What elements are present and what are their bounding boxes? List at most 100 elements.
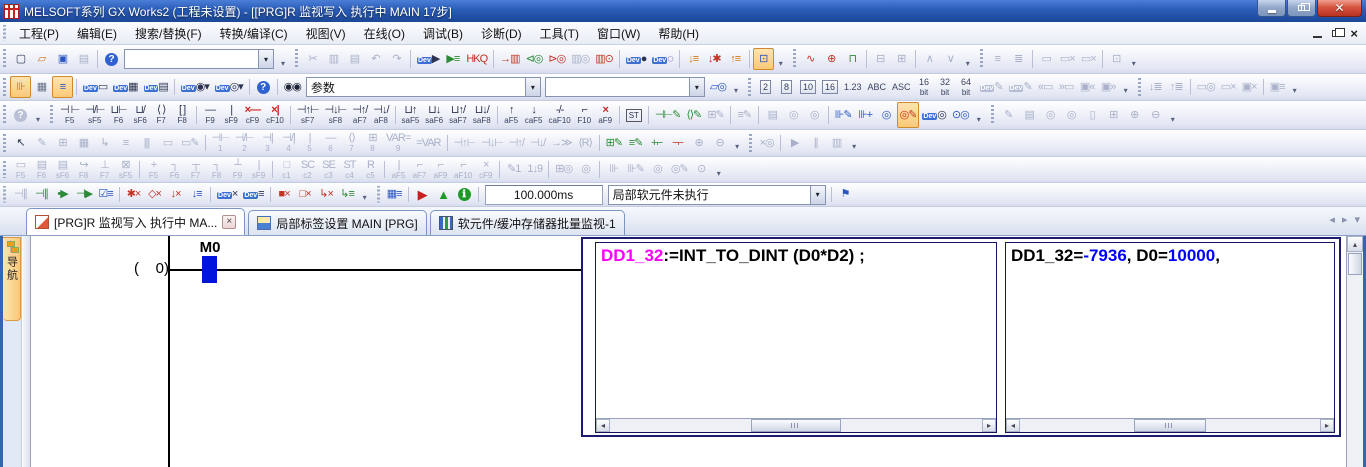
toolbar-overflow-button[interactable]: ▾ (848, 133, 859, 154)
sfc-r-button[interactable]: Rc5 (360, 157, 381, 183)
tab-list-button[interactable]: ▾ (1352, 213, 1362, 226)
step-exec1-icon[interactable]: ⊣∥ (10, 184, 31, 206)
sfc-se-button[interactable]: SEc3 (318, 157, 339, 183)
sfc-block-button[interactable]: ⊠sF5 (115, 157, 136, 183)
sym-fb-button[interactable]: ⊞8 (362, 130, 383, 156)
watch-x1-icon[interactable]: ■× (274, 184, 295, 206)
sfc-trans0-button[interactable]: +F5 (143, 157, 164, 183)
watch-update-icon[interactable]: ↓✱ (704, 48, 725, 70)
toolbar-overflow-button[interactable]: ▾ (1167, 104, 1178, 126)
st-monitor-hscrollbar[interactable]: ◂ ▸ (1006, 418, 1334, 432)
toolbar-overflow-button[interactable]: ▾ (731, 133, 742, 154)
vertical-line-button[interactable]: |sF9 (221, 102, 242, 128)
combo-dropdown-icon[interactable]: ▾ (525, 78, 540, 96)
toolbar-overflow-button[interactable]: ▾ (277, 48, 288, 70)
device-search-icon[interactable]: Dev◎▾ (212, 76, 246, 98)
trend1-icon[interactable]: ∧ (919, 48, 940, 70)
sfc-a10-button[interactable]: ⌐aF10 (451, 157, 475, 183)
tab-scroll-right-button[interactable]: ▸ (1340, 213, 1350, 226)
comment-edit-icon[interactable]: ▭✎ (178, 130, 202, 156)
find-target-combo[interactable]: 参数▾ (306, 77, 541, 97)
delete-vertical-button[interactable]: ×|cF10 (263, 102, 287, 128)
bit32-icon[interactable]: 32bit (935, 76, 956, 98)
inline-st-button[interactable]: ST (623, 102, 645, 128)
window-prev-icon[interactable]: ▭◎ (1194, 76, 1218, 98)
trend2-icon[interactable]: ∨ (940, 48, 961, 70)
navigation-window-icon[interactable]: ⊪ (10, 76, 31, 98)
sfc-step2-button[interactable]: ▤F6 (31, 157, 52, 183)
edit-block-icon[interactable]: ⊞✎ (704, 102, 726, 128)
sym-close-contact-button[interactable]: ⊣/⊢2 (232, 130, 257, 156)
device-save-icon[interactable]: ▣« (1077, 76, 1098, 98)
scroll-up-button[interactable]: ▴ (1347, 236, 1363, 252)
step-break-icon[interactable]: •▶ (52, 184, 73, 206)
device-next-icon[interactable]: »▭ (1056, 76, 1077, 98)
tab-close-button[interactable]: × (222, 215, 236, 229)
select-mode-icon[interactable]: ↖ (10, 130, 31, 156)
device-prev-icon[interactable]: «▭ (1035, 76, 1056, 98)
align1-icon[interactable]: ≡ (115, 130, 136, 156)
sym-varin-button[interactable]: VAR=9 (383, 130, 413, 156)
screen-capture-icon[interactable]: ▭ (157, 130, 178, 156)
device-test-x-icon[interactable]: Dev× (214, 184, 240, 206)
block-edit-icon[interactable]: ▦ (73, 130, 94, 156)
close-branch-button[interactable]: ⊔/sF6 (130, 102, 151, 128)
watch-x3-icon[interactable]: ↳× (316, 184, 337, 206)
fb-edit1-icon[interactable]: ⊞✎ (603, 130, 625, 156)
rising-pulse-button[interactable]: ⊣↑⊢sF7 (294, 102, 322, 128)
st-monitor-pane[interactable]: DD1_32=-7936, D0=10000, ◂ ▸ (1005, 242, 1335, 433)
sfc-sc-button[interactable]: SCc2 (297, 157, 318, 183)
edit2-find1-icon[interactable]: ◎ (1040, 102, 1061, 128)
restore-button[interactable] (1287, 0, 1316, 17)
document-icon[interactable]: ▤ (762, 102, 783, 128)
sym-fall-close-button[interactable]: ⊣↓/ (527, 130, 548, 156)
coil-button[interactable]: ⟨ ⟩F7 (151, 102, 172, 128)
menu-item-edit[interactable]: 编辑(E) (68, 22, 126, 44)
device-edit2-icon[interactable]: Dev✎ (1006, 76, 1035, 98)
combo-dropdown-icon[interactable]: ▾ (810, 186, 825, 204)
help3-icon[interactable]: ? (10, 102, 31, 128)
verify-with-plc-icon[interactable]: ▥◎ (568, 48, 592, 70)
toolbar-grip[interactable] (747, 78, 752, 96)
new-file-icon[interactable]: ▢ (10, 48, 31, 70)
sfc-trans5-button[interactable]: |sF9 (248, 157, 269, 183)
hscroll-left-button[interactable]: ◂ (1006, 419, 1020, 432)
outline-collapse-icon[interactable]: ↓≣ (1145, 76, 1166, 98)
child-restore-button[interactable] (1332, 30, 1340, 37)
falling-pulse-close-button[interactable]: ⊣↓/aF8 (370, 102, 391, 128)
sfc-del2-button[interactable]: ×cF9 (475, 157, 496, 183)
zoom-out-icon[interactable]: ⊖ (709, 130, 730, 156)
watch-window1-icon[interactable]: ⊟ (870, 48, 891, 70)
radix-16-icon[interactable]: 16 (819, 76, 841, 98)
find-page-icon[interactable]: ▱◎ (707, 76, 729, 98)
monitor-write-icon[interactable]: ◎✎ (897, 102, 920, 128)
toolbar-grip[interactable] (2, 161, 7, 179)
outline-list1-icon[interactable]: ≡ (987, 48, 1008, 70)
toolbar-overflow-button[interactable]: ▾ (713, 160, 724, 180)
device-comment-icon[interactable]: Dev▭ (80, 76, 110, 98)
application-instruction-button[interactable]: [ ]F8 (172, 102, 193, 128)
exec-status-run-icon[interactable]: ▶ (412, 184, 433, 206)
step-exec2-icon[interactable]: ⊣∥ (31, 184, 52, 206)
sfc-find-icon[interactable]: ◎ (575, 157, 596, 183)
break-clear2-icon[interactable]: ◇× (144, 184, 165, 206)
editor-vscrollbar[interactable]: ▴ (1346, 236, 1363, 467)
radix-10-icon[interactable]: 10 (797, 76, 819, 98)
toolbar-grip[interactable] (979, 49, 984, 69)
navigation-dock-tab[interactable]: 导航 (3, 237, 21, 321)
watch-start-icon[interactable]: ↓≡ (683, 48, 704, 70)
edit-ladder-icon[interactable]: ⊣⊢✎ (652, 102, 683, 128)
layout-save-icon[interactable]: ▣≡ (1267, 76, 1288, 98)
sfc-tree1-icon[interactable]: ⊪ (603, 157, 624, 183)
find-text-combo[interactable]: ▾ (545, 77, 705, 97)
skip-clear-icon[interactable]: ↓× (165, 184, 186, 206)
toolbar-overflow-button[interactable]: ▾ (1128, 48, 1139, 70)
window-close2-icon[interactable]: ▭× (1218, 76, 1239, 98)
sym-close-branch-button[interactable]: ⊣/|4 (278, 130, 299, 156)
menu-item-view[interactable]: 视图(V) (297, 22, 355, 44)
toolbar-grip[interactable] (2, 78, 7, 96)
write-to-plc-icon[interactable]: ⊳◎ (545, 48, 568, 70)
sym-hline-button[interactable]: —6 (320, 130, 341, 156)
redo-icon[interactable]: ↷ (386, 48, 407, 70)
sfc-step-button[interactable]: ▭F5 (10, 157, 31, 183)
